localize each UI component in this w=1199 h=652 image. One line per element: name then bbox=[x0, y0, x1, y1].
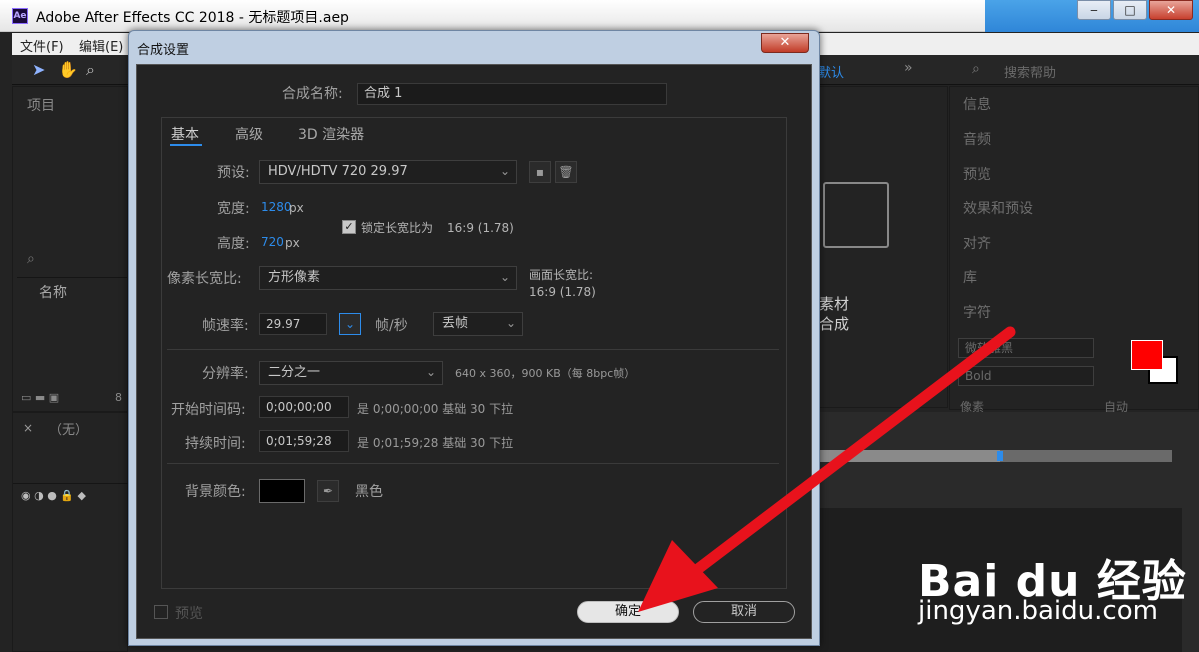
composition-placeholder-icon bbox=[823, 182, 889, 248]
window-controls: ‒ □ ✕ bbox=[1075, 0, 1193, 20]
duration-label: 持续时间: bbox=[185, 436, 246, 452]
project-search-icon[interactable]: ⌕ bbox=[27, 251, 35, 267]
bg-color-swatch[interactable] bbox=[259, 479, 305, 503]
timeline-panel: × （无） ◉ ◑ ● 🔒 ◆ bbox=[12, 412, 129, 652]
eyedropper-icon[interactable]: ✒ bbox=[317, 480, 339, 502]
new-comp-label[interactable]: 合成 bbox=[819, 313, 849, 334]
resolution-select[interactable]: 二分之一 ⌄ bbox=[259, 361, 443, 385]
search-help-icon: ⌕ bbox=[972, 61, 980, 77]
dialog-close-button[interactable]: ✕ bbox=[761, 33, 809, 53]
comp-name-input[interactable]: 合成 1 bbox=[357, 83, 667, 105]
effects-presets-tab[interactable]: 效果和预设 bbox=[963, 198, 1033, 218]
window-title: Adobe After Effects CC 2018 - 无标题项目.aep bbox=[36, 10, 349, 26]
active-tab-indicator bbox=[170, 144, 202, 146]
timeline-comp-tab[interactable]: （无） bbox=[49, 419, 88, 438]
lock-aspect-checkbox[interactable]: ✓ bbox=[342, 220, 356, 234]
cancel-button[interactable]: 取消 bbox=[693, 601, 795, 623]
pixel-aspect-label: 像素长宽比: bbox=[167, 271, 242, 287]
preview-checkbox[interactable] bbox=[154, 605, 168, 619]
viewer-panel: 素材 合成 bbox=[810, 86, 948, 408]
bg-color-label: 背景颜色: bbox=[185, 484, 246, 500]
libraries-panel-tab[interactable]: 库 bbox=[963, 267, 977, 287]
height-unit: px bbox=[285, 236, 300, 250]
chevron-down-icon: ⌄ bbox=[499, 164, 510, 178]
lock-aspect-ratio: 16:9 (1.78) bbox=[447, 221, 514, 235]
fill-color-swatch[interactable] bbox=[1131, 340, 1163, 370]
width-label: 宽度: bbox=[217, 201, 250, 217]
hand-tool-icon[interactable]: ✋ bbox=[58, 60, 78, 79]
selection-tool-icon[interactable]: ➤ bbox=[32, 60, 45, 79]
name-column-header[interactable]: 名称 bbox=[39, 282, 67, 302]
workspace-default[interactable]: 默认 bbox=[818, 62, 844, 81]
project-footer-icons[interactable]: ▭ ▬ ▣ bbox=[21, 391, 59, 404]
chevron-down-icon: ⌄ bbox=[505, 316, 516, 330]
preset-label: 预设: bbox=[217, 165, 250, 181]
chevron-down-icon: ⌄ bbox=[499, 270, 510, 284]
duration-info: 是 0;01;59;28 基础 30 下拉 bbox=[357, 436, 514, 450]
duration-input[interactable]: 0;01;59;28 bbox=[259, 430, 349, 452]
layer-switch-icons[interactable]: ◉ ◑ ● 🔒 ◆ bbox=[21, 489, 86, 502]
app-logo-icon: Ae bbox=[12, 8, 28, 24]
preset-select[interactable]: HDV/HDTV 720 29.97 ⌄ bbox=[259, 160, 517, 184]
resolution-label: 分辨率: bbox=[202, 366, 249, 382]
ok-button[interactable]: 确定 bbox=[577, 601, 679, 623]
start-timecode-input[interactable]: 0;00;00;00 bbox=[259, 396, 349, 418]
character-panel-tab[interactable]: 字符 bbox=[963, 302, 991, 322]
dialog-title: 合成设置 bbox=[137, 43, 190, 58]
pixel-aspect-select[interactable]: 方形像素 ⌄ bbox=[259, 266, 517, 290]
bpc-indicator[interactable]: 8 bbox=[115, 391, 122, 404]
search-help-input[interactable]: 搜索帮助 bbox=[1004, 62, 1056, 81]
delete-preset-icon[interactable]: 🗑 bbox=[555, 161, 577, 183]
watermark-url: jingyan.baidu.com bbox=[918, 596, 1158, 626]
width-value[interactable]: 1280 bbox=[261, 200, 292, 214]
close-window-button[interactable]: ✕ bbox=[1149, 0, 1193, 20]
work-area-bar[interactable] bbox=[812, 450, 1172, 462]
frame-aspect-value: 16:9 (1.78) bbox=[529, 285, 596, 299]
frame-rate-label: 帧速率: bbox=[202, 318, 249, 334]
preview-label: 预览 bbox=[175, 606, 203, 622]
fps-unit: 帧/秒 bbox=[375, 318, 408, 334]
start-timecode-label: 开始时间码: bbox=[171, 402, 246, 418]
new-from-footage-label[interactable]: 素材 bbox=[819, 293, 849, 314]
resolution-info: 640 x 360，900 KB（每 8bpc帧） bbox=[455, 367, 636, 380]
close-timeline-icon[interactable]: × bbox=[23, 421, 33, 435]
align-panel-tab[interactable]: 对齐 bbox=[963, 233, 991, 253]
font-family-select[interactable]: 微软雅黑 bbox=[958, 338, 1094, 358]
tab-basic[interactable]: 基本 bbox=[171, 124, 199, 144]
lock-aspect-label: 锁定长宽比为 bbox=[361, 221, 434, 235]
comp-name-label: 合成名称: bbox=[282, 86, 343, 102]
composition-settings-dialog: 合成设置 ✕ 合成名称: 合成 1 基本 高级 3D 渲染器 预设: HDV/H… bbox=[128, 30, 820, 646]
dialog-body: 合成名称: 合成 1 基本 高级 3D 渲染器 预设: HDV/HDTV 720… bbox=[136, 64, 812, 639]
drop-frame-select[interactable]: 丢帧 ⌄ bbox=[433, 312, 523, 336]
zoom-tool-icon[interactable]: ⌕ bbox=[86, 60, 95, 80]
playhead-marker[interactable] bbox=[997, 451, 1003, 461]
font-style-select[interactable]: Bold bbox=[958, 366, 1094, 386]
maximize-button[interactable]: □ bbox=[1113, 0, 1147, 20]
minimize-button[interactable]: ‒ bbox=[1077, 0, 1111, 20]
frame-aspect-label: 画面长宽比: bbox=[529, 268, 594, 282]
frame-rate-dropdown-icon[interactable]: ⌄ bbox=[339, 313, 361, 335]
menu-edit[interactable]: 编辑(E) bbox=[79, 36, 123, 55]
width-unit: px bbox=[289, 201, 304, 215]
height-label: 高度: bbox=[217, 236, 250, 252]
tab-3d-renderer[interactable]: 3D 渲染器 bbox=[298, 124, 364, 144]
workspace-more-icon[interactable]: » bbox=[904, 60, 913, 76]
bg-color-name: 黑色 bbox=[355, 484, 383, 500]
chevron-down-icon: ⌄ bbox=[425, 365, 436, 379]
menu-file[interactable]: 文件(F) bbox=[20, 36, 64, 55]
frame-rate-input[interactable]: 29.97 bbox=[259, 313, 327, 335]
settings-tab-panel bbox=[161, 117, 787, 589]
height-value[interactable]: 720 bbox=[261, 235, 284, 249]
info-panel-tab[interactable]: 信息 bbox=[963, 94, 991, 114]
project-tab[interactable]: 项目 bbox=[27, 95, 55, 115]
preview-panel-tab[interactable]: 预览 bbox=[963, 164, 991, 184]
project-panel: 项目 ⌕ 名称 ▭ ▬ ▣ 8 bbox=[12, 86, 128, 412]
save-preset-icon[interactable]: ▪ bbox=[529, 161, 551, 183]
audio-panel-tab[interactable]: 音频 bbox=[963, 129, 991, 149]
start-timecode-info: 是 0;00;00;00 基础 30 下拉 bbox=[357, 402, 514, 416]
tab-advanced[interactable]: 高级 bbox=[235, 124, 263, 144]
